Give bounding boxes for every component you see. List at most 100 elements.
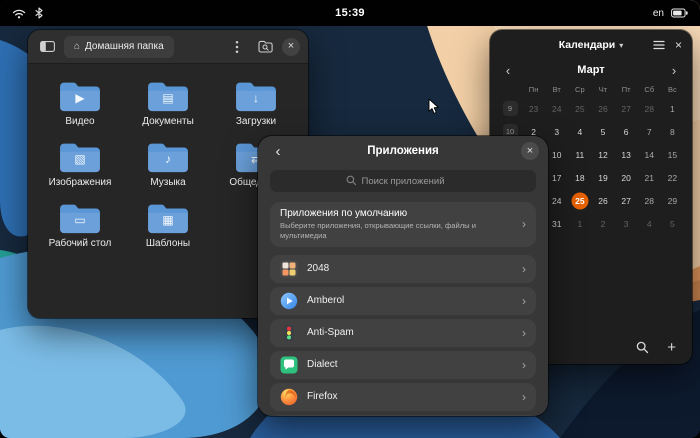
folder-label: Музыка (150, 177, 185, 188)
calendar-day[interactable]: 21 (638, 166, 661, 189)
folder-label: Документы (142, 116, 194, 127)
apps-search-input[interactable] (270, 176, 536, 187)
antispam-icon (280, 324, 298, 342)
folder-item-music[interactable]: ♪ Музыка (124, 137, 212, 188)
previous-month-button[interactable]: ‹ (500, 63, 516, 78)
next-month-button[interactable]: › (666, 63, 682, 78)
weekday-label: Чт (591, 80, 614, 97)
files-header-bar[interactable]: ⌂ Домашняя папка × (28, 30, 308, 64)
app-name: Dialect (307, 359, 513, 370)
calendar-day[interactable]: 3 (545, 120, 568, 143)
dialog-close-button[interactable]: × (521, 142, 539, 160)
folder-label: Видео (65, 116, 94, 127)
music-emblem-icon: ♪ (145, 152, 191, 166)
calendar-header-bar[interactable]: Календари ▾ × (490, 30, 692, 60)
calendar-day[interactable]: 7 (638, 120, 661, 143)
calendar-day[interactable]: 5 (591, 120, 614, 143)
calendar-day[interactable]: 8 (661, 120, 684, 143)
window-menu-button[interactable] (226, 36, 248, 58)
calendar-day-today[interactable]: 25 (568, 189, 591, 212)
folder-search-icon (258, 40, 273, 53)
folder-icon: ▦ (145, 198, 191, 236)
folder-item-image[interactable]: ▧Изображения (36, 137, 124, 188)
add-event-button[interactable]: + (667, 340, 676, 355)
calendar-day[interactable]: 2 (591, 212, 614, 235)
hamburger-menu-icon[interactable] (653, 40, 665, 50)
calendar-day[interactable]: 13 (615, 143, 638, 166)
calendar-day[interactable]: 19 (591, 166, 614, 189)
folder-item-video[interactable]: ▶Видео (36, 76, 124, 127)
app-row-anti-spam[interactable]: Anti-Spam› (270, 319, 536, 347)
calendar-day[interactable]: 25 (568, 97, 591, 120)
status-area-left[interactable] (0, 7, 43, 19)
calendar-day[interactable]: 31 (545, 212, 568, 235)
calendar-day[interactable]: 6 (615, 120, 638, 143)
calendar-day[interactable]: 15 (661, 143, 684, 166)
app-row-partial[interactable]: › (270, 415, 536, 416)
calendar-day[interactable]: 26 (591, 97, 614, 120)
calendar-day[interactable]: 11 (568, 143, 591, 166)
calendar-day[interactable]: 17 (545, 166, 568, 189)
chevron-right-icon: › (522, 391, 526, 403)
app-row-amberol[interactable]: Amberol› (270, 287, 536, 315)
weekday-label: Сб (638, 80, 661, 97)
back-button[interactable]: ‹ (267, 140, 289, 162)
search-icon[interactable] (636, 341, 649, 354)
chevron-right-icon: › (522, 327, 526, 339)
calendar-day[interactable]: 28 (638, 97, 661, 120)
calendar-day[interactable]: 26 (591, 189, 614, 212)
calendar-weekdays: ПнВтСрЧтПтСбВс (490, 80, 692, 97)
calendar-day[interactable]: 1 (661, 97, 684, 120)
folder-search-button[interactable] (254, 36, 276, 58)
folder-item-download[interactable]: ↓Загрузки (212, 76, 300, 127)
chevron-right-icon: › (522, 263, 526, 275)
sidebar-toggle-icon (40, 41, 55, 52)
calendar-day[interactable]: 24 (545, 189, 568, 212)
calendar-day[interactable]: 23 (522, 97, 545, 120)
calendar-day[interactable]: 4 (568, 120, 591, 143)
calendars-menu-button[interactable]: Календари ▾ (559, 39, 623, 51)
calendar-day[interactable]: 4 (638, 212, 661, 235)
app-row-firefox[interactable]: Firefox› (270, 383, 536, 411)
calendar-day[interactable]: 14 (638, 143, 661, 166)
home-icon: ⌂ (74, 41, 80, 52)
calendar-day[interactable]: 1 (568, 212, 591, 235)
month-label: Март (516, 64, 666, 76)
dialog-title: Приложения (367, 145, 439, 157)
calendar-day[interactable]: 22 (661, 166, 684, 189)
calendar-day[interactable]: 3 (615, 212, 638, 235)
folder-item-desktop[interactable]: ▭Рабочий стол (36, 198, 124, 249)
apps-search-field[interactable] (270, 170, 536, 192)
status-area-right[interactable]: en (653, 8, 700, 19)
app-row-2048[interactable]: 2048› (270, 255, 536, 283)
dialog-header-bar[interactable]: ‹ Приложения × (258, 136, 548, 166)
calendar-day[interactable]: 18 (568, 166, 591, 189)
folder-item-document[interactable]: ▤Документы (124, 76, 212, 127)
default-apps-row[interactable]: Приложения по умолчанию Выберите приложе… (270, 202, 536, 247)
image-emblem-icon: ▧ (57, 152, 103, 166)
clock[interactable]: 15:39 (335, 7, 365, 19)
weekday-spacer (498, 85, 522, 93)
calendar-day[interactable]: 28 (638, 189, 661, 212)
amberol-icon (280, 292, 298, 310)
calendar-day[interactable]: 27 (615, 97, 638, 120)
folder-item-template[interactable]: ▦Шаблоны (124, 198, 212, 249)
calendar-day[interactable]: 5 (661, 212, 684, 235)
path-bar-home-button[interactable]: ⌂ Домашняя папка (64, 36, 174, 58)
calendar-day[interactable]: 20 (615, 166, 638, 189)
calendar-day[interactable]: 24 (545, 97, 568, 120)
app-row-dialect[interactable]: Dialect› (270, 351, 536, 379)
calendar-day[interactable]: 10 (545, 143, 568, 166)
wifi-icon (12, 8, 26, 19)
calendar-day[interactable]: 12 (591, 143, 614, 166)
apps-list: 2048›Amberol›Anti-Spam›Dialect›Firefox›› (270, 255, 536, 416)
calendar-day[interactable]: 29 (661, 189, 684, 212)
files-close-button[interactable]: × (282, 38, 300, 56)
calendar-day[interactable]: 27 (615, 189, 638, 212)
folder-icon: ▧ (57, 137, 103, 175)
sidebar-toggle-button[interactable] (36, 36, 58, 58)
weekday-label: Ср (568, 80, 591, 97)
template-emblem-icon: ▦ (145, 213, 191, 227)
kebab-menu-icon (235, 40, 239, 54)
calendar-close-button[interactable]: × (675, 39, 682, 51)
